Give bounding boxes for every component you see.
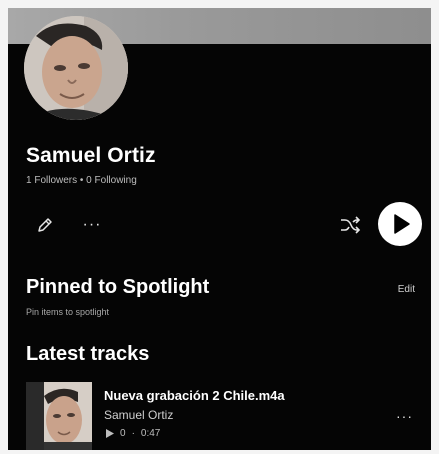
follow-stats[interactable]: 1 Followers • 0 Following [26, 175, 137, 186]
track-artist[interactable]: Samuel Ortiz [104, 408, 173, 422]
pencil-icon[interactable] [34, 214, 56, 236]
spotlight-title: Pinned to Spotlight [26, 276, 210, 298]
meta-separator: · [131, 428, 135, 439]
track-title[interactable]: Nueva grabación 2 Chile.m4a [104, 388, 285, 403]
track-artwork[interactable] [26, 382, 92, 450]
avatar[interactable] [24, 16, 128, 120]
play-button[interactable] [378, 202, 422, 246]
track-duration: 0:47 [140, 428, 161, 439]
spotlight-subtitle: Pin items to spotlight [26, 307, 110, 317]
more-options-button[interactable]: ··· [80, 214, 104, 236]
latest-tracks-title: Latest tracks [26, 343, 150, 365]
play-icon [394, 214, 410, 234]
track-play-count: 0 [120, 428, 126, 439]
spotlight-edit-button[interactable]: Edit [398, 284, 415, 295]
play-count-icon [106, 429, 114, 438]
track-meta: 0 · 0:47 [106, 428, 160, 439]
avatar-image [24, 16, 128, 120]
shuffle-icon[interactable] [338, 214, 362, 236]
track-more-button[interactable]: ··· [396, 408, 413, 424]
profile-name: Samuel Ortiz [26, 144, 156, 167]
profile-screen: Samuel Ortiz 1 Followers • 0 Following ·… [8, 8, 431, 450]
